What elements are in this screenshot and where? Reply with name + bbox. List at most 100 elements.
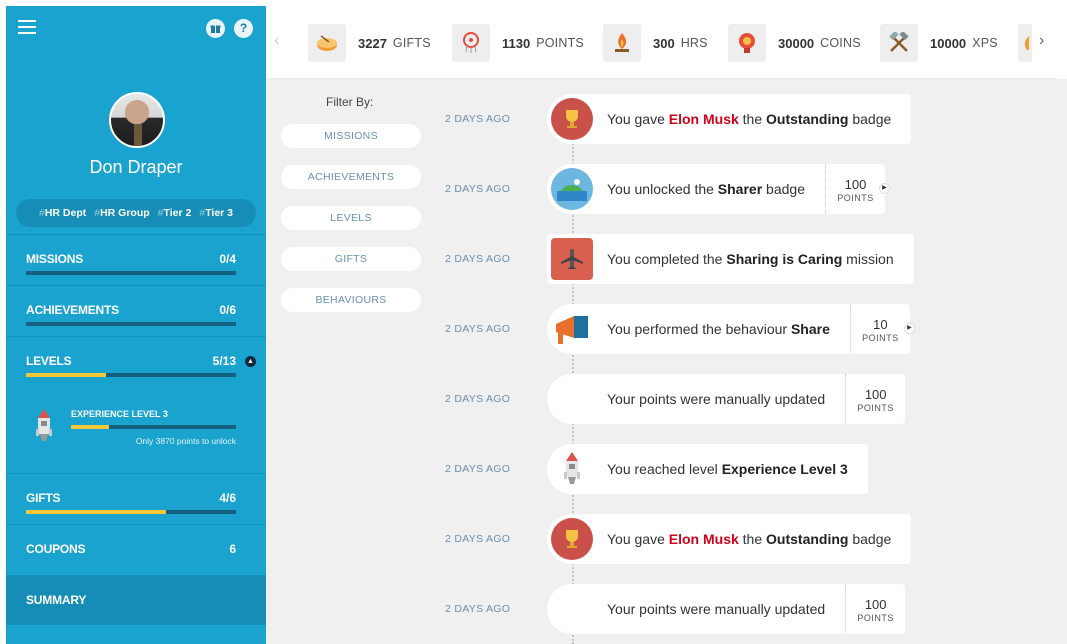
stat-hrs[interactable]: 300 HRS: [603, 23, 708, 63]
feed-item: 2 DAYS AGO Your points were manually upd…: [266, 584, 1067, 636]
points-unit: POINTS: [862, 333, 899, 343]
level-progress-bar: [71, 425, 236, 429]
nav-value: 0/4: [219, 252, 236, 266]
feed-item: 2 DAYS AGO You unlocked the Sharer badge…: [266, 164, 1067, 216]
feed-card[interactable]: Your points were manually updated 100 PO…: [547, 374, 906, 424]
points-unit: POINTS: [837, 193, 874, 203]
nav-value: 4/6: [219, 491, 236, 505]
nav-label: COUPONS: [26, 542, 86, 556]
stat-points[interactable]: 1130 POINTS: [452, 23, 584, 63]
stat-partial[interactable]: [1018, 23, 1032, 63]
nav-value: 5/13: [212, 354, 236, 368]
nav-missions[interactable]: MISSIONS 0/4: [6, 235, 266, 286]
feed-item: 2 DAYS AGO You completed the Sharing is …: [266, 234, 1067, 286]
menu-icon[interactable]: [18, 20, 36, 34]
nav-coupons[interactable]: COUPONS 6: [6, 525, 266, 576]
points-value: 100: [864, 597, 887, 612]
nav-label: MISSIONS: [26, 252, 84, 266]
app: ? Don Draper #HR Dept #HR Group #Tier 2 …: [0, 0, 1067, 644]
level-title: EXPERIENCE LEVEL 3: [71, 409, 168, 419]
tag[interactable]: #Tier 2: [158, 207, 192, 219]
stat-value: 1130: [502, 35, 531, 51]
progress-bar: [26, 373, 236, 377]
nav-label: LEVELS: [26, 354, 72, 368]
feed-item: 2 DAYS AGO Your points were manually upd…: [266, 374, 1067, 426]
feed-time: 2 DAYS AGO: [445, 323, 511, 335]
stat-xps[interactable]: 10000 XPS: [880, 23, 998, 63]
stat-value: 30000: [778, 35, 815, 51]
feed-card[interactable]: Your points were manually updated 100 PO…: [547, 584, 906, 634]
island-icon: [551, 168, 593, 210]
feed-text: Your points were manually updated: [607, 601, 826, 617]
stat-value: 10000: [930, 35, 967, 51]
tag[interactable]: #Tier 3: [199, 207, 233, 219]
stat-gifts[interactable]: 3227 GIFTS: [308, 23, 431, 63]
chevron-right-icon[interactable]: ▶: [878, 183, 890, 194]
crossed-tools-icon: [880, 24, 918, 62]
feed-time: 2 DAYS AGO: [445, 393, 511, 405]
points-badge: 100 POINTS: [845, 374, 905, 424]
nav-label: ACHIEVEMENTS: [26, 303, 119, 317]
points-value: 10: [873, 317, 888, 332]
chevron-up-icon[interactable]: ▲: [245, 356, 256, 367]
feed-time: 2 DAYS AGO: [445, 113, 511, 125]
nav-value: 0/6: [219, 303, 236, 317]
feed-card[interactable]: You gave Elon Musk the Outstanding badge: [547, 94, 912, 144]
chevron-right-icon[interactable]: ▶: [903, 323, 915, 334]
nav-levels[interactable]: LEVELS 5/13 ▲: [6, 337, 266, 388]
nav-gifts[interactable]: GIFTS 4/6: [6, 474, 266, 525]
feed-card[interactable]: You completed the Sharing is Caring miss…: [547, 234, 914, 284]
level-hint: Only 3870 points to unlock: [135, 436, 236, 446]
trophy-icon: [551, 518, 593, 560]
points-badge: 10 POINTS ▶: [849, 304, 915, 354]
nav-achievements[interactable]: ACHIEVEMENTS 0/6: [6, 286, 266, 337]
feed-time: 2 DAYS AGO: [445, 603, 511, 615]
points-unit: POINTS: [857, 613, 894, 623]
gift-drum-icon: [308, 24, 346, 62]
progress-bar: [26, 271, 236, 275]
tag[interactable]: #HR Group: [94, 207, 149, 219]
stat-unit: GIFTS: [392, 36, 431, 50]
feed-item: 2 DAYS AGO You performed the behaviour S…: [266, 304, 1067, 356]
feed-item: 2 DAYS AGO You reached level Experience …: [266, 444, 1067, 496]
blank-icon: [551, 378, 593, 420]
blank-icon: [551, 588, 593, 630]
nav-summary[interactable]: SUMMARY: [6, 575, 266, 625]
gift-box-icon[interactable]: [206, 19, 225, 38]
nav-label: GIFTS: [26, 491, 61, 505]
feed-card[interactable]: You performed the behaviour Share 10 POI…: [547, 304, 915, 354]
feed-text: You performed the behaviour Share: [607, 321, 830, 337]
points-value: 100: [844, 177, 867, 192]
rocket-icon: [36, 409, 52, 441]
feed-text: Your points were manually updated: [607, 391, 826, 407]
partial-stat-icon: [1018, 24, 1032, 62]
stat-unit: POINTS: [536, 36, 584, 50]
tag[interactable]: #HR Dept: [39, 207, 86, 219]
points-badge: 100 POINTS: [845, 584, 905, 634]
medal-icon: [728, 24, 766, 62]
sidebar: ? Don Draper #HR Dept #HR Group #Tier 2 …: [6, 6, 266, 644]
stat-value: 3227: [358, 35, 387, 51]
feed-card[interactable]: You reached level Experience Level 3: [547, 444, 868, 494]
feed-text: You reached level Experience Level 3: [607, 461, 848, 477]
stat-unit: COINS: [820, 36, 861, 50]
airplane-icon: [551, 238, 593, 280]
chevron-left-icon[interactable]: ‹: [274, 32, 279, 50]
feed-time: 2 DAYS AGO: [445, 183, 511, 195]
feed-card[interactable]: You gave Elon Musk the Outstanding badge: [547, 514, 912, 564]
dreamcatcher-icon: [452, 24, 490, 62]
feed-card[interactable]: You unlocked the Sharer badge 100 POINTS…: [547, 164, 890, 214]
progress-bar: [26, 322, 236, 326]
campfire-icon: [603, 24, 641, 62]
points-badge: 100 POINTS ▶: [824, 164, 890, 214]
tag-list: #HR Dept #HR Group #Tier 2 #Tier 3: [16, 199, 256, 227]
stat-coins[interactable]: 30000 COINS: [728, 23, 861, 63]
help-icon[interactable]: ?: [234, 19, 253, 38]
level-detail: EXPERIENCE LEVEL 3 Only 3870 points to u…: [6, 393, 266, 471]
chevron-right-icon[interactable]: ›: [1039, 32, 1044, 50]
stat-unit: XPS: [972, 36, 998, 50]
nav-label: SUMMARY: [26, 593, 87, 607]
megaphone-icon: [551, 308, 593, 350]
nav-value: 6: [229, 542, 236, 556]
points-unit: POINTS: [857, 403, 894, 413]
